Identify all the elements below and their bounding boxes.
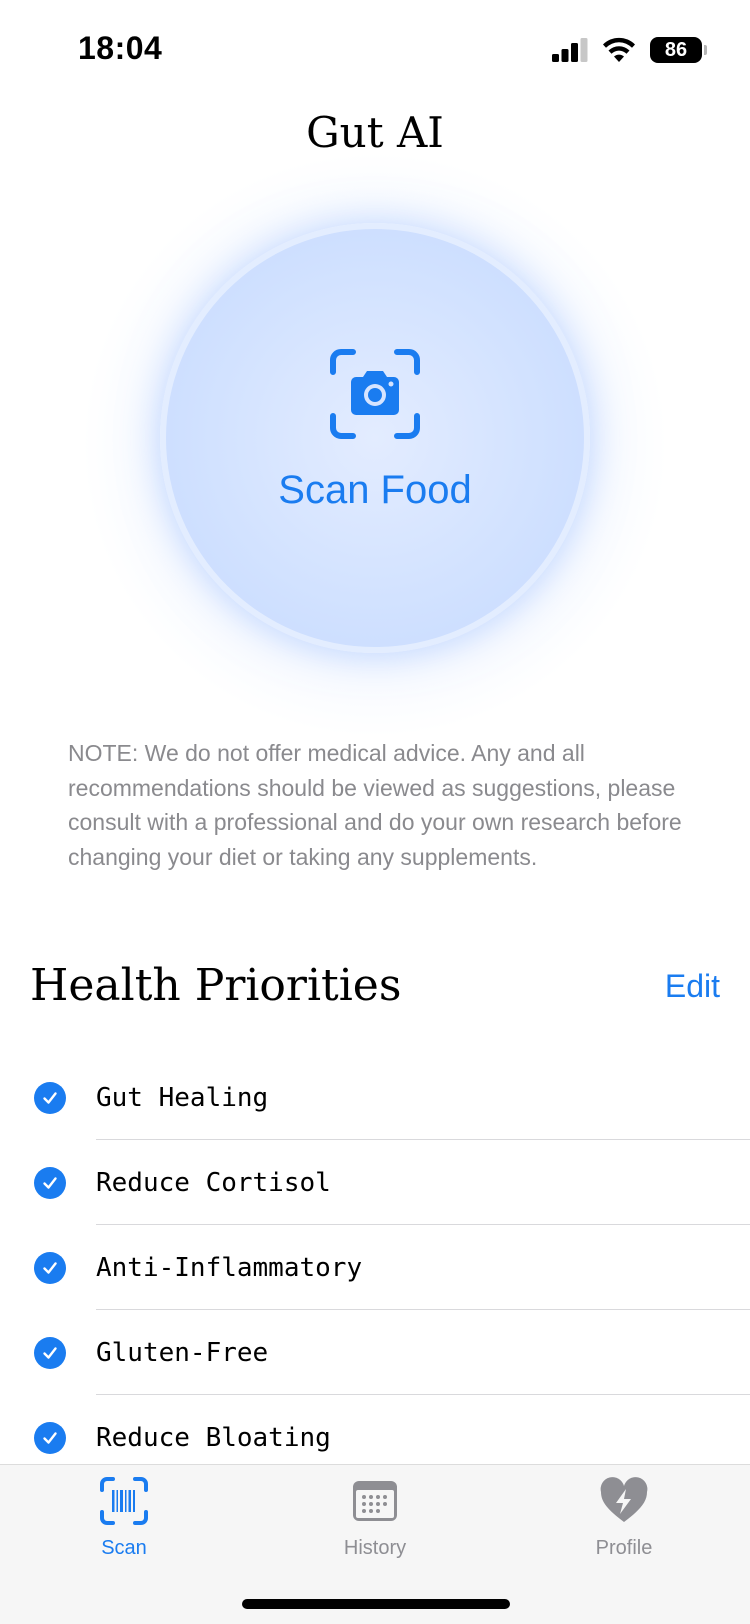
tab-label: Profile [595, 1537, 653, 1559]
tab-history[interactable]: History [300, 1475, 450, 1560]
priority-label: Gluten-Free [96, 1337, 269, 1368]
priority-item-reduce-cortisol[interactable]: Reduce Cortisol [0, 1140, 750, 1225]
checkmark-circle-icon [34, 1166, 66, 1199]
tab-label: History [343, 1537, 407, 1559]
battery-level: 86 [664, 38, 688, 61]
calendar-icon [353, 1481, 397, 1521]
barcode-scan-icon [100, 1477, 148, 1525]
tab-profile[interactable]: Profile [549, 1475, 699, 1560]
wifi-icon [603, 37, 635, 62]
cellular-signal-icon [552, 38, 588, 62]
heart-bolt-icon [600, 1477, 648, 1522]
edit-priorities-button[interactable]: Edit [665, 968, 720, 1005]
priority-item-gut-healing[interactable]: Gut Healing [0, 1055, 750, 1140]
scan-food-label: Scan Food [278, 467, 472, 512]
tab-label: Scan [101, 1537, 147, 1559]
checkmark-circle-icon [34, 1421, 66, 1454]
priority-label: Reduce Bloating [96, 1422, 331, 1453]
tab-scan[interactable]: Scan [49, 1475, 199, 1560]
priority-item-gluten-free[interactable]: Gluten-Free [0, 1310, 750, 1395]
priority-item-anti-inflammatory[interactable]: Anti-Inflammatory [0, 1225, 750, 1310]
health-priorities-title: Health Priorities [30, 960, 402, 1011]
scan-food-button[interactable]: Scan Food [160, 223, 590, 653]
home-indicator [242, 1599, 510, 1609]
status-indicators: 86 [552, 34, 707, 66]
priority-label: Anti-Inflammatory [96, 1252, 363, 1283]
checkmark-circle-icon [34, 1081, 66, 1114]
priority-label: Gut Healing [96, 1082, 269, 1113]
health-priorities-list: Gut Healing Reduce Cortisol Anti-Inflamm… [0, 1055, 750, 1480]
camera-scan-icon [330, 348, 420, 439]
status-bar: 18:04 86 [0, 0, 750, 100]
checkmark-circle-icon [34, 1336, 66, 1369]
status-time: 18:04 [78, 30, 163, 66]
priority-label: Reduce Cortisol [96, 1167, 331, 1198]
checkmark-circle-icon [34, 1251, 66, 1284]
medical-disclaimer-note: NOTE: We do not offer medical advice. An… [68, 740, 682, 870]
battery-indicator: 86 [650, 37, 707, 63]
